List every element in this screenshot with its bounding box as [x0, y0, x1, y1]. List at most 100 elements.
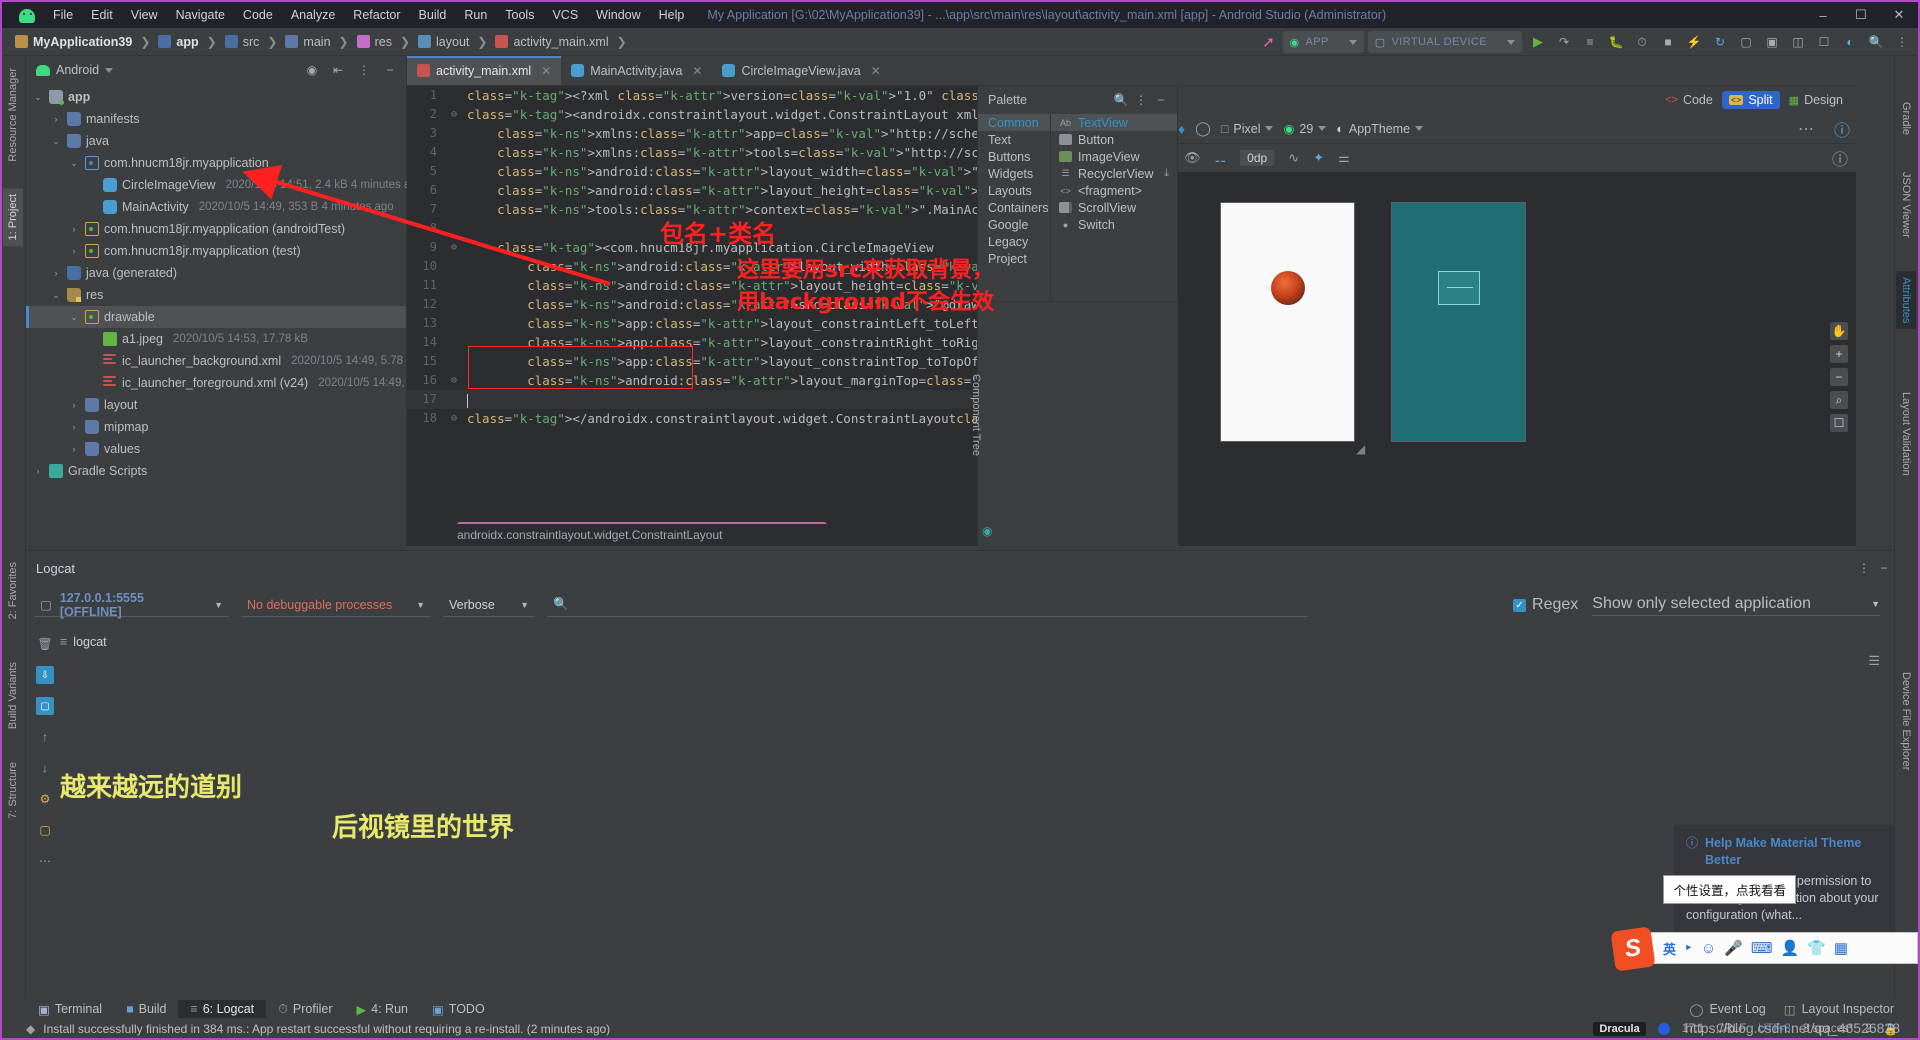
- apply-changes-icon[interactable]: ↷: [1552, 31, 1576, 53]
- stop-icon[interactable]: ■: [1656, 31, 1680, 53]
- tab-logcat[interactable]: ≡ 6: Logcat: [178, 1000, 267, 1018]
- tab-todo[interactable]: ▣ TODO: [420, 1000, 497, 1019]
- minimize-button[interactable]: –: [1804, 2, 1842, 28]
- print-icon[interactable]: ▢: [36, 697, 54, 715]
- menu-refactor[interactable]: Refactor: [344, 5, 409, 25]
- close-button[interactable]: ✕: [1880, 2, 1918, 28]
- gear-icon[interactable]: ◉: [302, 60, 322, 80]
- default-margin-value[interactable]: 0dp: [1240, 150, 1275, 166]
- device-manager-icon[interactable]: ☐: [1812, 31, 1836, 53]
- component-tree-icon[interactable]: ◉: [982, 524, 992, 538]
- design-constraint-toolbar[interactable]: 👁 ⚋ 0dp ∿ ✦ ⚌ ⓘ: [1178, 144, 1856, 172]
- palette-category-layouts[interactable]: Layouts: [978, 182, 1050, 199]
- sidebar-item-build-variants[interactable]: Build Variants: [3, 656, 23, 735]
- visibility-icon[interactable]: 👁: [1184, 150, 1201, 166]
- run-toolbar[interactable]: ➚ ◉ APP ▢ VIRTUAL DEVICE ▶ ↷ ≡ 🐛 ⏱ ■ ⚡ ↻…: [1257, 28, 1914, 56]
- chevron-right-icon[interactable]: ›: [68, 400, 80, 410]
- comma-icon[interactable]: ‣: [1684, 939, 1693, 957]
- ime-toolbar[interactable]: S 英 ‣ ☺ 🎤 ⌨ 👤 👕 ▦: [1610, 926, 1918, 972]
- logcat-search-field[interactable]: 🔍: [547, 593, 1307, 617]
- breadcrumb-item-layout[interactable]: layout: [415, 34, 472, 50]
- palette-item-scrollview[interactable]: ScrollView: [1051, 199, 1177, 216]
- menu-run[interactable]: Run: [455, 5, 496, 25]
- maximize-button[interactable]: ☐: [1842, 2, 1880, 28]
- project-tree[interactable]: ⌄ app › manifests ⌄ java ⌄ com.hnucm18jr.myappl…: [26, 84, 447, 482]
- apply-code-changes-icon[interactable]: ≡: [1578, 31, 1602, 53]
- tree-node-ic-launcher-background-xml[interactable]: ›ic_launcher_background.xml2020/10/5 14:…: [26, 350, 420, 372]
- palette-item-textview[interactable]: Ab TextView: [1051, 114, 1177, 131]
- tree-node-com-hnucm18jr-myapplication-test-[interactable]: › com.hnucm18jr.myapplication (test): [26, 240, 406, 262]
- menu-tools[interactable]: Tools: [496, 5, 543, 25]
- palette-category-legacy[interactable]: Legacy: [978, 233, 1050, 250]
- tree-node-mipmap[interactable]: › mipmap: [26, 416, 406, 438]
- chevron-down-icon[interactable]: ⌄: [68, 158, 80, 169]
- tab-run[interactable]: ▶ 4: Run: [345, 1000, 420, 1019]
- tree-node-mainactivity[interactable]: ›MainActivity2020/10/5 14:49, 353 B 4 mi…: [26, 196, 406, 218]
- sidebar-item-json-viewer[interactable]: JSON Viewer: [1896, 166, 1916, 244]
- right-tool-window-bar[interactable]: Gradle JSON Viewer Attributes Layout Val…: [1894, 56, 1918, 1000]
- bottom-tool-window-bar[interactable]: ▣ Terminal ■ Build ≡ 6: Logcat ⏱ Profile…: [2, 998, 1918, 1020]
- mode-split-button[interactable]: <> Split: [1721, 91, 1780, 109]
- debug-icon[interactable]: 🐛: [1604, 31, 1628, 53]
- guideline-icon[interactable]: ∿: [1288, 150, 1299, 166]
- tab-circle-image-view-java[interactable]: CircleImageView.java ✕: [712, 56, 890, 85]
- more-toolbar-icon[interactable]: ⋮: [1890, 31, 1914, 53]
- main-menu[interactable]: File Edit View Navigate Code Analyze Ref…: [44, 5, 693, 25]
- search-icon[interactable]: 🔍: [1111, 90, 1131, 110]
- sdk-manager-icon[interactable]: ▣: [1760, 31, 1784, 53]
- help-icon[interactable]: ⓘ: [1832, 146, 1856, 170]
- tree-node-a1-jpeg[interactable]: ›a1.jpeg2020/10/5 14:53, 17.78 kB: [26, 328, 406, 350]
- breadcrumb-item-src[interactable]: src: [222, 34, 263, 50]
- resize-handle-icon[interactable]: ◢: [1356, 442, 1365, 456]
- tree-node-java[interactable]: ⌄ java: [26, 130, 406, 152]
- more-options-icon[interactable]: ⋮: [1854, 558, 1874, 578]
- attach-debugger-icon[interactable]: ⚡: [1682, 31, 1706, 53]
- skin-icon[interactable]: 👕: [1807, 939, 1826, 957]
- api-picker[interactable]: ◉ 29: [1283, 121, 1327, 136]
- project-view-selector-label[interactable]: Android: [56, 63, 99, 77]
- chevron-down-icon[interactable]: ⌄: [50, 136, 62, 147]
- chevron-right-icon[interactable]: ›: [68, 246, 80, 256]
- breadcrumb-item-project[interactable]: MyApplication39: [12, 34, 135, 50]
- sidebar-item-gradle[interactable]: Gradle: [1896, 96, 1916, 141]
- sidebar-item-layout-validation[interactable]: Layout Validation: [1896, 386, 1916, 482]
- run-configuration-selector[interactable]: ◉ APP: [1282, 31, 1364, 53]
- breadcrumb-item-main[interactable]: main: [282, 34, 333, 50]
- tab-main-activity-java[interactable]: MainActivity.java ✕: [561, 56, 712, 85]
- sidebar-item-attributes[interactable]: Attributes: [1896, 271, 1916, 330]
- menu-window[interactable]: Window: [587, 5, 649, 25]
- circle-image-view-preview[interactable]: [1270, 271, 1305, 305]
- chevron-down-icon[interactable]: [105, 67, 114, 73]
- circle-image-view-blueprint[interactable]: [1437, 271, 1480, 305]
- sidebar-item-resource-manager[interactable]: Resource Manager: [3, 62, 23, 168]
- menu-edit[interactable]: Edit: [82, 5, 122, 25]
- chevron-down-icon[interactable]: ⌄: [50, 290, 62, 301]
- design-preview[interactable]: ◢ ✋ + − ⌕ ☐: [1178, 172, 1856, 546]
- sogou-ime-logo-icon[interactable]: S: [1610, 926, 1656, 972]
- device-picker[interactable]: □ Pixel: [1221, 122, 1274, 136]
- fold-toggle-icon[interactable]: ⊖: [445, 105, 463, 124]
- more-horizontal-icon[interactable]: ⋯: [1798, 119, 1824, 139]
- collapse-all-icon[interactable]: ⇤: [328, 60, 348, 80]
- more-options-icon[interactable]: ⋮: [354, 60, 374, 80]
- logcat-level-selector[interactable]: Verbose ▼: [443, 593, 535, 617]
- menu-navigate[interactable]: Navigate: [167, 5, 234, 25]
- close-icon[interactable]: ✕: [541, 64, 551, 78]
- close-icon[interactable]: ✕: [692, 64, 702, 78]
- palette-category-buttons[interactable]: Buttons: [978, 148, 1050, 165]
- palette-categories[interactable]: Common Text Buttons Widgets Layouts Container…: [978, 114, 1050, 332]
- down-icon[interactable]: ↓: [36, 759, 54, 777]
- microphone-icon[interactable]: 🎤: [1724, 939, 1743, 957]
- window-controls[interactable]: – ☐ ✕: [1804, 2, 1918, 28]
- minimize-icon[interactable]: −: [1151, 90, 1171, 110]
- device-selector[interactable]: ▢ VIRTUAL DEVICE: [1367, 31, 1522, 53]
- keyboard-icon[interactable]: ⌨: [1751, 939, 1773, 957]
- menu-analyze[interactable]: Analyze: [282, 5, 344, 25]
- zoom-in-button[interactable]: +: [1830, 345, 1848, 363]
- tab-layout-inspector[interactable]: ◫ Layout Inspector: [1784, 1002, 1894, 1017]
- status-right[interactable]: Dracula 17:1 CRLF UTF-8 3 spaces* 2 🔒: [1593, 1022, 1918, 1036]
- tab-terminal[interactable]: ▣ Terminal: [26, 1000, 114, 1019]
- palette-category-common[interactable]: Common: [978, 114, 1050, 131]
- chevron-down-icon[interactable]: ⌄: [32, 92, 44, 103]
- file-encoding[interactable]: UTF-8: [1758, 1023, 1791, 1035]
